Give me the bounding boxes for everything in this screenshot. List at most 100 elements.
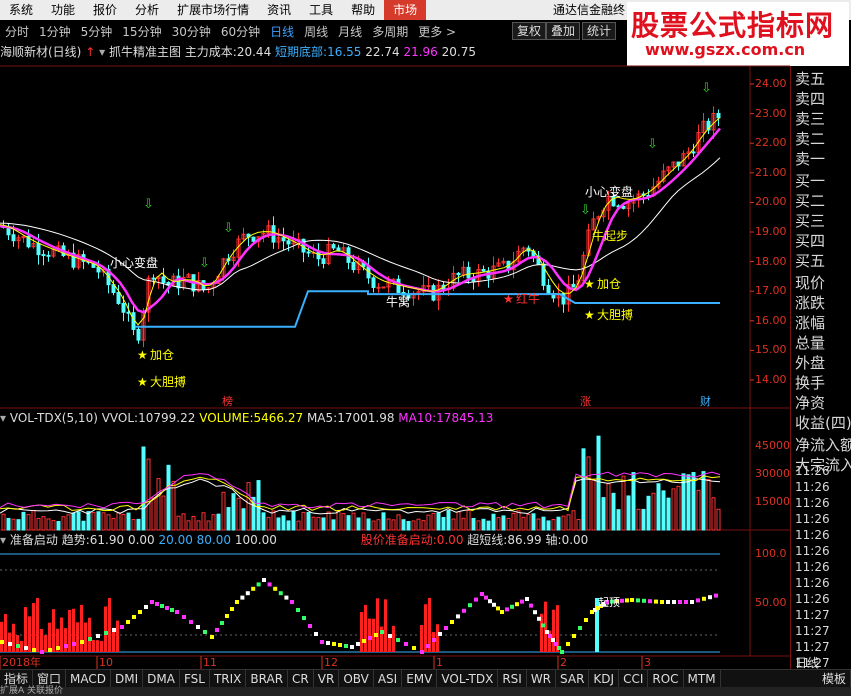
osc-value-3: 80.00: [196, 533, 232, 547]
down-arrow-icon: ⇩: [143, 197, 154, 212]
signal-annotation: 红牛: [516, 291, 540, 306]
indicator-tab[interactable]: 指标: [0, 669, 34, 688]
volume-bar: [466, 509, 471, 531]
candle-body: [331, 244, 336, 249]
volume-bar: [201, 512, 206, 531]
trend-label: 趋势:: [61, 533, 90, 547]
indicator-tab[interactable]: WR: [527, 669, 557, 688]
indicator-tab[interactable]: ASI: [374, 669, 403, 688]
osc-red-bar: [32, 602, 35, 652]
indicator-tab[interactable]: DMI: [111, 669, 144, 688]
field-net-inflow: 净流入额: [795, 436, 851, 454]
template-tab[interactable]: 模板: [818, 669, 851, 688]
osc-dot: [72, 642, 76, 646]
osc-dot: [488, 599, 492, 604]
osc-red-bar: [88, 617, 91, 652]
dropdown-icon[interactable]: ▾: [0, 411, 6, 425]
event-marker: 财: [700, 394, 711, 408]
candle-body: [306, 251, 311, 254]
osc-name[interactable]: 准备启动: [10, 533, 58, 547]
indicator-tab[interactable]: FSL: [180, 669, 210, 688]
osc-red-bar: [28, 616, 31, 652]
sell-1[interactable]: 卖一: [795, 148, 825, 169]
indicator-tab[interactable]: CR: [288, 669, 314, 688]
indicator-tab[interactable]: VOL-TDX: [437, 669, 499, 688]
osc-dot: [492, 602, 496, 607]
volume-bar: [316, 516, 321, 531]
volume-bar: [666, 497, 671, 531]
osc-dot: [203, 630, 207, 634]
osc-dot: [560, 650, 564, 654]
tick-time: 11:26: [795, 464, 830, 478]
indicator-tab[interactable]: VR: [314, 669, 340, 688]
osc-dot: [296, 608, 300, 612]
indicator-tab[interactable]: ROC: [648, 669, 684, 688]
indicator-tab[interactable]: MTM: [684, 669, 721, 688]
osc-dot: [235, 600, 239, 604]
indicator-tab[interactable]: DMA: [143, 669, 180, 688]
tick-time: 11:26: [795, 560, 830, 574]
candle-body: [376, 286, 381, 289]
volume-bar: [486, 520, 491, 531]
sell-2[interactable]: 卖二: [795, 128, 825, 149]
osc-dot: [551, 638, 555, 642]
vol-name[interactable]: VOL-TDX(5,10): [10, 411, 98, 425]
buy-1[interactable]: 买一: [795, 170, 825, 191]
volume-bar: [416, 518, 421, 531]
osc-dot: [273, 586, 278, 591]
indicator-tab[interactable]: TRIX: [210, 669, 247, 688]
buy-5[interactable]: 买五: [795, 250, 825, 271]
volume-bar: [61, 516, 66, 531]
dropdown-icon[interactable]: ▾: [0, 533, 6, 547]
tick-time: 11:26: [795, 496, 830, 510]
buy-2[interactable]: 买二: [795, 190, 825, 211]
indicator-tab[interactable]: EMV: [402, 669, 438, 688]
price-tick-label: 24.00: [755, 77, 787, 90]
indicator-tab[interactable]: 窗口: [33, 669, 67, 688]
osc-dot: [620, 598, 624, 603]
osc-dot: [165, 606, 169, 610]
volume-bar: [331, 519, 336, 531]
volume-bar: [176, 515, 181, 531]
candle-body: [691, 151, 696, 154]
indicator-tab[interactable]: KDJ: [589, 669, 620, 688]
osc-red-bar: [100, 640, 103, 652]
osc-dot: [160, 604, 164, 608]
volume-bar: [326, 511, 331, 531]
osc-dot: [196, 625, 200, 629]
price-tick-label: 22.00: [755, 136, 787, 150]
volume-bar: [506, 517, 511, 531]
indicator-tab[interactable]: MACD: [66, 669, 112, 688]
indicator-tab[interactable]: CCI: [619, 669, 649, 688]
buy-3[interactable]: 买三: [795, 210, 825, 231]
oscillator-infobar: ▾ 准备启动 趋势:61.90 0.00 20.00 80.00 100.00 …: [0, 531, 760, 549]
date-tick-label: 1: [436, 656, 443, 669]
sell-5[interactable]: 卖五: [795, 68, 825, 89]
volume-bar: [586, 456, 591, 531]
volume-bar: [476, 520, 481, 531]
volume-bar: [456, 511, 461, 531]
sell-4[interactable]: 卖四: [795, 88, 825, 109]
osc-red-bar: [368, 618, 371, 652]
candle-body: [426, 285, 431, 288]
osc-dot: [230, 607, 234, 611]
indicator-tab[interactable]: OBV: [339, 669, 374, 688]
osc-tag: 起顶: [598, 596, 620, 609]
osc-dot: [320, 640, 324, 644]
down-arrow-icon: ⇩: [223, 221, 234, 236]
volume-bar: [321, 517, 326, 531]
stock-chart[interactable]: 2018年 10 11 12 1 2 3小心变盘★ 加仓★ 大胆搏牛窝 ★ 红牛★ 加仓★ 大胆搏牛起步…: [0, 0, 790, 669]
buy-4[interactable]: 买四: [795, 230, 825, 251]
indicator-tab[interactable]: BRAR: [246, 669, 289, 688]
osc-dot: [672, 600, 676, 604]
indicator-tab[interactable]: RSI: [498, 669, 527, 688]
candle-body: [96, 266, 101, 273]
indicator-tab[interactable]: SAR: [556, 669, 590, 688]
osc-dot: [412, 646, 416, 650]
osc-dot: [182, 615, 186, 619]
osc-dot: [625, 598, 629, 603]
volume-bar: [266, 516, 271, 531]
volume-bar: [656, 483, 661, 531]
down-arrow-icon: ⇩: [701, 81, 712, 96]
sell-3[interactable]: 卖三: [795, 108, 825, 129]
